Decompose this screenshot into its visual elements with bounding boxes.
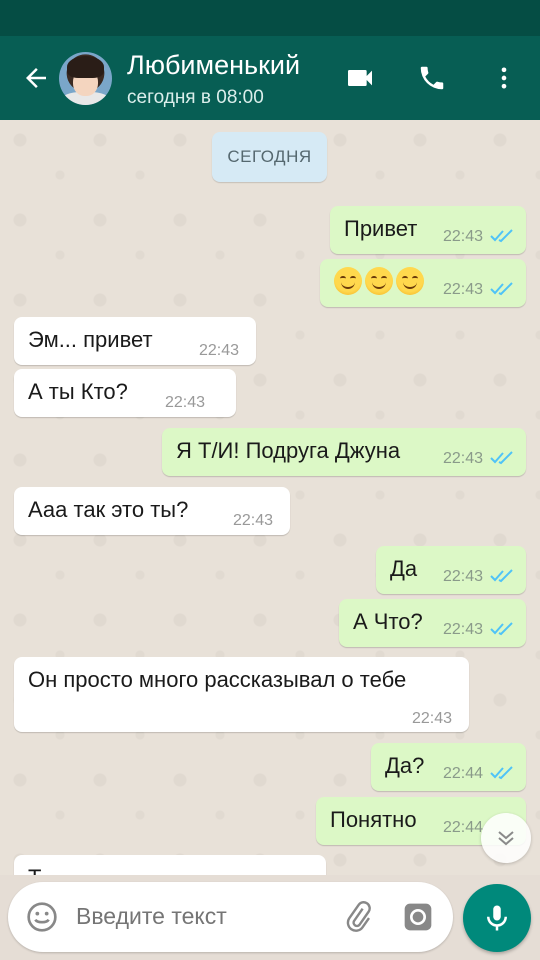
message-bubble[interactable]: Да 22:43 xyxy=(376,546,526,594)
double-check-icon xyxy=(490,282,513,296)
message-text: Привет xyxy=(344,216,418,241)
message-time: 22:43 xyxy=(443,450,484,467)
message-text: Он просто много рассказывал о тебе xyxy=(28,667,407,692)
message-text: Понятно xyxy=(330,807,417,832)
message-time: 22:43 xyxy=(443,228,484,245)
message-time: 22:44 xyxy=(443,819,484,836)
message-time: 22:43 xyxy=(443,281,484,298)
phone-icon xyxy=(420,66,444,90)
message-text: А ты Кто? xyxy=(28,379,128,404)
message-bubble[interactable]: А Что? 22:43 xyxy=(339,599,526,647)
message-list[interactable]: СЕГОДНЯ Привет 22:43 22:43 Эм... привет … xyxy=(0,120,540,875)
message-time: 22:43 xyxy=(443,568,484,585)
more-options-button[interactable] xyxy=(484,58,524,98)
last-seen: сегодня в 08:00 xyxy=(127,87,264,108)
smile-emoji-icon xyxy=(365,267,393,296)
message-text: А Что? xyxy=(353,609,423,634)
message-bubble[interactable]: 22:43 xyxy=(320,259,526,307)
smile-emoji-icon xyxy=(334,267,362,296)
camera-icon xyxy=(404,903,432,931)
message-text: Да? xyxy=(385,753,425,778)
video-call-button[interactable] xyxy=(340,58,380,98)
emoji-icon xyxy=(27,902,57,932)
message-text: Ааа так это ты? xyxy=(28,497,189,522)
message-text: Я Т/И! Подруга Джуна xyxy=(176,438,401,463)
attach-button[interactable] xyxy=(340,899,376,935)
message-bubble[interactable]: Т xyxy=(14,855,326,875)
message-time: 22:44 xyxy=(443,765,484,782)
message-text: Т xyxy=(28,865,41,875)
message-text: Эм... привет xyxy=(28,327,153,352)
message-bubble[interactable]: Эм... привет 22:43 xyxy=(14,317,256,365)
double-check-icon xyxy=(490,766,513,780)
message-bubble[interactable]: Я Т/И! Подруга Джуна 22:43 xyxy=(162,428,526,476)
message-time: 22:43 xyxy=(233,512,274,529)
contact-name[interactable]: Любименький xyxy=(127,50,300,81)
voice-message-button[interactable] xyxy=(463,884,531,952)
arrow-left-icon xyxy=(26,68,46,88)
double-check-icon xyxy=(490,569,513,583)
message-bubble[interactable]: А ты Кто? 22:43 xyxy=(14,369,236,417)
message-time: 22:43 xyxy=(443,621,484,638)
message-time: 22:43 xyxy=(412,710,453,727)
status-bar xyxy=(0,0,540,36)
video-call-icon xyxy=(348,70,372,86)
emoji-message xyxy=(334,267,427,296)
double-check-icon xyxy=(490,451,513,465)
message-text: Да xyxy=(390,556,418,581)
chevron-double-down-icon xyxy=(498,831,514,846)
double-check-icon xyxy=(490,622,513,636)
smile-emoji-icon xyxy=(396,267,424,296)
message-time: 22:43 xyxy=(199,342,240,359)
avatar[interactable] xyxy=(59,52,112,105)
double-check-icon xyxy=(490,229,513,243)
call-button[interactable] xyxy=(412,58,452,98)
chat-header: Любименький сегодня в 08:00 xyxy=(0,36,540,120)
scroll-to-bottom-button[interactable] xyxy=(481,813,531,863)
paperclip-icon xyxy=(346,901,371,932)
message-input-container[interactable] xyxy=(8,882,453,952)
emoji-button[interactable] xyxy=(24,899,60,935)
message-bubble[interactable]: Он просто много рассказывал о тебе 22:43 xyxy=(14,657,469,732)
message-bubble[interactable]: Привет 22:43 xyxy=(330,206,526,254)
message-bubble[interactable]: Ааа так это ты? 22:43 xyxy=(14,487,290,535)
mic-icon xyxy=(487,905,507,931)
composer xyxy=(0,875,540,960)
message-bubble[interactable]: Да? 22:44 xyxy=(371,743,526,791)
message-time: 22:43 xyxy=(165,394,206,411)
date-chip: СЕГОДНЯ xyxy=(212,132,327,182)
message-input[interactable] xyxy=(76,903,326,930)
back-button[interactable] xyxy=(18,60,54,96)
more-vert-icon xyxy=(501,67,507,89)
camera-button[interactable] xyxy=(400,899,436,935)
